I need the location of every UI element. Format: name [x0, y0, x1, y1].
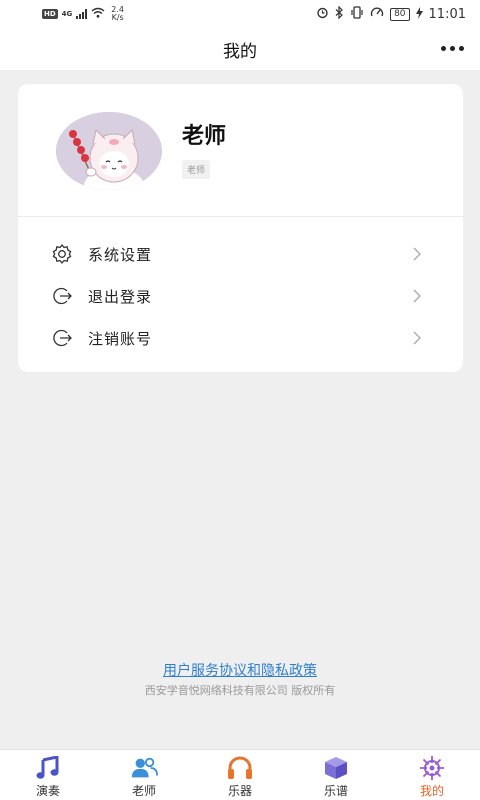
profile-name: 老师: [182, 124, 227, 149]
tab-label: 乐谱: [323, 784, 348, 798]
music-note-icon: [34, 756, 62, 780]
tab-score[interactable]: 乐谱: [288, 750, 384, 800]
bottom-tab-bar: 演奏 老师 乐器 乐谱 我的: [0, 749, 480, 800]
tab-label: 乐器: [227, 784, 252, 798]
profile-section: 老师 老师: [18, 84, 463, 217]
tab-perform[interactable]: 演奏: [0, 750, 96, 800]
menu-item-label: 注销账号: [88, 329, 153, 348]
chevron-right-icon: [413, 331, 421, 345]
alarm-icon: [316, 6, 329, 22]
tab-teacher[interactable]: 老师: [96, 750, 192, 800]
page-header: 我的: [0, 28, 480, 70]
logout-icon: [50, 326, 74, 350]
avatar[interactable]: [56, 112, 162, 190]
cat-avatar-illustration: [56, 112, 162, 190]
ship-wheel-icon: [418, 756, 446, 780]
more-options-button[interactable]: [441, 40, 464, 57]
battery-level: 80: [390, 7, 410, 21]
box-icon: [322, 756, 350, 780]
tab-instrument[interactable]: 乐器: [192, 750, 288, 800]
menu-item-label: 退出登录: [88, 287, 153, 306]
more-dot-icon: [459, 46, 464, 51]
chevron-right-icon: [413, 247, 421, 261]
menu-item-label: 系统设置: [88, 245, 153, 264]
charging-icon: [415, 6, 423, 22]
tab-label: 演奏: [35, 784, 60, 798]
menu-item-delete-account[interactable]: 注销账号: [18, 317, 463, 359]
agreement-link[interactable]: 用户服务协议和隐私政策: [0, 660, 480, 680]
net-speed-unit: K/s: [111, 13, 124, 22]
role-tag: 老师: [182, 160, 211, 179]
bluetooth-icon: [335, 5, 344, 22]
speedometer-icon: [370, 6, 384, 22]
more-dot-icon: [450, 46, 455, 51]
clock: 11:01: [428, 6, 466, 22]
profile-card: 老师 老师 系统设置 退出登录 注销账号: [18, 84, 463, 372]
users-icon: [130, 756, 158, 780]
page-title: 我的: [223, 41, 257, 62]
network-type: 4G: [61, 10, 73, 18]
copyright-text: 西安学音悦网络科技有限公司 版权所有: [144, 684, 336, 697]
menu-item-settings[interactable]: 系统设置: [18, 233, 463, 275]
net-speed: 2.4 K/s: [111, 6, 124, 22]
vibrate-icon: [350, 6, 364, 22]
tab-mine[interactable]: 我的: [384, 750, 480, 800]
tab-label: 老师: [131, 784, 156, 798]
wifi-icon: [91, 7, 105, 21]
more-dot-icon: [441, 46, 446, 51]
logout-icon: [50, 284, 74, 308]
signal-icon: [76, 9, 88, 19]
menu-item-logout[interactable]: 退出登录: [18, 275, 463, 317]
tab-label: 我的: [419, 784, 444, 798]
status-bar: HD 4G 2.4 K/s 80 11:01: [0, 0, 480, 28]
chevron-right-icon: [413, 289, 421, 303]
headphones-icon: [226, 756, 254, 780]
gear-icon: [50, 242, 74, 266]
hd-badge: HD: [42, 9, 58, 19]
status-right: 80 11:01: [316, 5, 466, 22]
status-left: HD 4G 2.4 K/s: [42, 6, 124, 22]
